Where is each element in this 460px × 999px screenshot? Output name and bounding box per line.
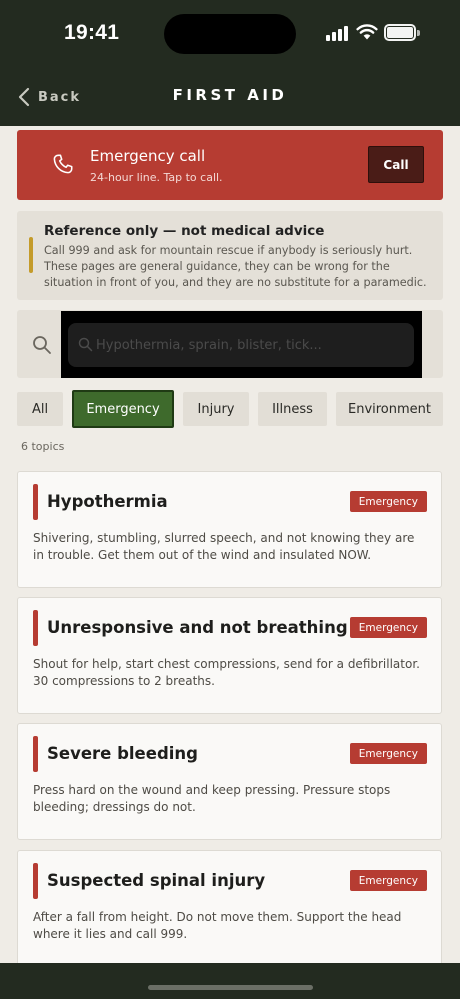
topic-title: Unresponsive and not breathing: [47, 618, 348, 637]
disclaimer-title: Reference only — not medical advice: [44, 223, 325, 239]
disclaimer-banner: Reference only — not medical advice Call…: [17, 211, 443, 300]
filter-chip-illness[interactable]: Illness: [258, 392, 327, 426]
disclaimer-body: Call 999 and ask for mountain rescue if …: [44, 244, 427, 289]
page-title: FIRST AID: [172, 86, 288, 104]
nav-bar: Back FIRST AID: [0, 70, 460, 126]
topic-description: Press hard on the wound and keep pressin…: [33, 783, 391, 814]
home-indicator[interactable]: [148, 985, 313, 990]
emergency-call-card[interactable]: Emergency call 24-hour line. Tap to call…: [17, 130, 443, 200]
filter-chip-all[interactable]: All: [17, 392, 63, 426]
filter-chip-injury[interactable]: Injury: [183, 392, 249, 426]
search-panel: [17, 310, 443, 378]
category-badge: Emergency: [349, 743, 427, 764]
emergency-call-title: Emergency call: [90, 147, 206, 165]
category-badge: Emergency: [349, 491, 427, 512]
phone-icon: [53, 154, 73, 174]
topic-card[interactable]: Severe bleeding Emergency Press hard on …: [17, 723, 442, 840]
search-box: [61, 311, 422, 378]
search-field-icon: [78, 337, 93, 352]
wifi-icon: [356, 24, 378, 40]
topic-count: 6 topics: [21, 440, 65, 453]
topic-card[interactable]: Unresponsive and not breathing Emergency…: [17, 597, 442, 714]
topic-description: Shivering, stumbling, slurred speech, an…: [33, 531, 415, 562]
topic-card[interactable]: Hypothermia Emergency Shivering, stumbli…: [17, 471, 442, 588]
topic-title: Severe bleeding: [47, 744, 198, 763]
topic-accent-bar: [33, 863, 38, 899]
emergency-call-subtitle: 24-hour line. Tap to call.: [90, 171, 223, 184]
call-button[interactable]: Call: [368, 146, 424, 183]
topic-title: Suspected spinal injury: [47, 871, 266, 890]
category-badge: Emergency: [349, 870, 427, 891]
status-time: 19:41: [64, 21, 120, 44]
warning-accent-bar: [29, 237, 33, 273]
search-input[interactable]: [96, 323, 406, 367]
filter-chip-environment[interactable]: Environment: [336, 392, 443, 426]
topic-accent-bar: [33, 484, 38, 520]
dynamic-island: [164, 14, 296, 54]
topic-description: Shout for help, start chest compressions…: [33, 657, 420, 688]
topic-description: After a fall from height. Do not move th…: [33, 910, 402, 941]
battery-icon: [384, 24, 420, 41]
search-icon: [33, 336, 51, 354]
topic-accent-bar: [33, 610, 38, 646]
search-field[interactable]: [68, 323, 414, 367]
topic-card[interactable]: Suspected spinal injury Emergency After …: [17, 850, 442, 967]
home-indicator-area: [0, 963, 460, 999]
status-bar: 19:41: [0, 0, 460, 70]
topic-title: Hypothermia: [47, 492, 168, 511]
cellular-signal-icon: [326, 25, 350, 41]
filter-chip-emergency[interactable]: Emergency: [72, 390, 174, 428]
category-badge: Emergency: [349, 617, 427, 638]
topic-accent-bar: [33, 736, 38, 772]
